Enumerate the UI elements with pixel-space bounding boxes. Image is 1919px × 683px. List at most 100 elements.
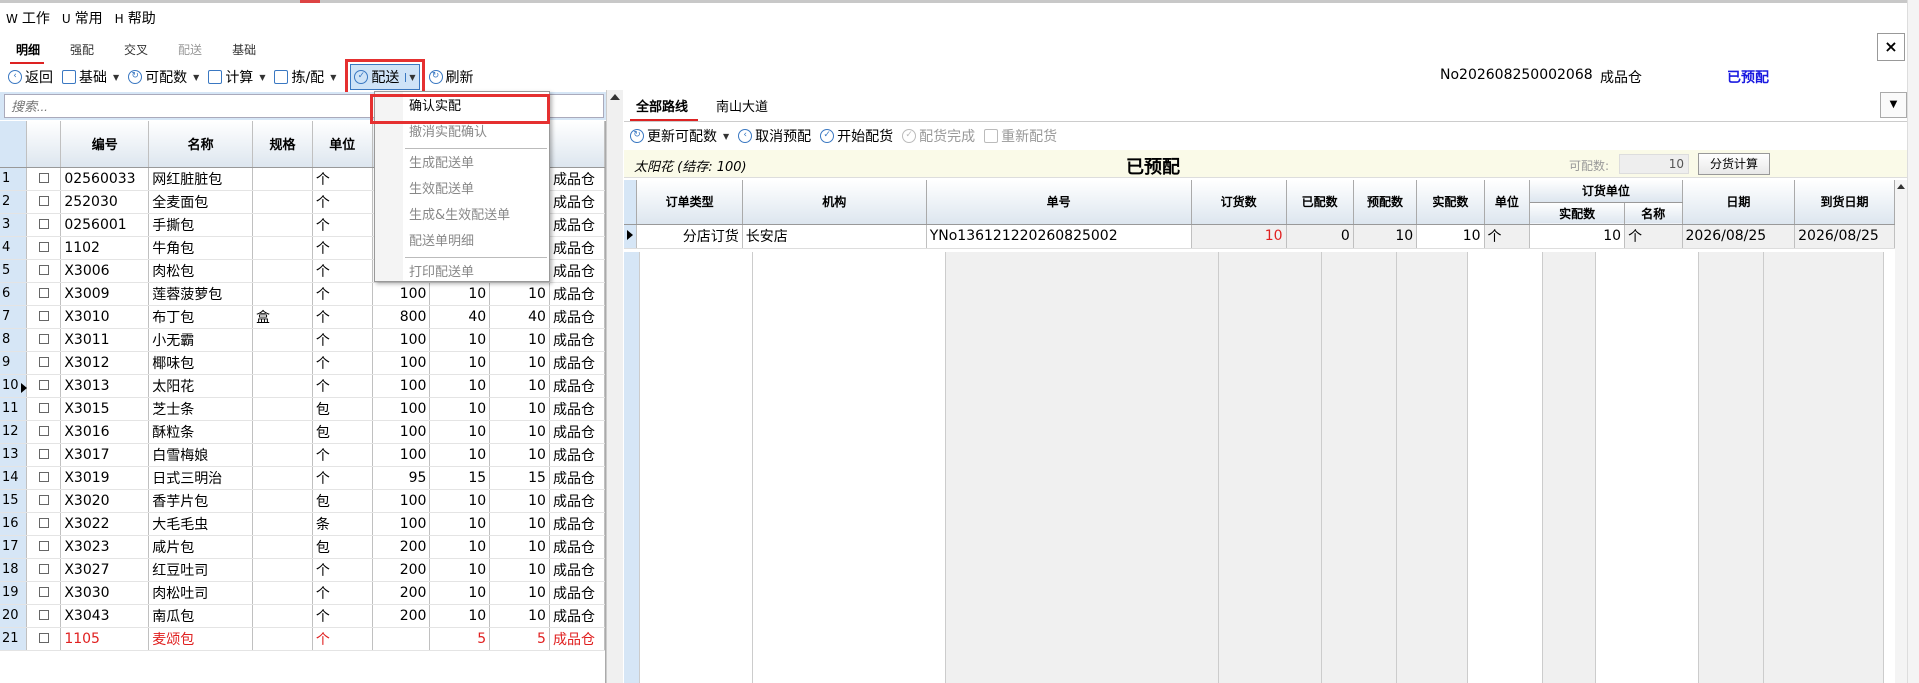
route-tab-1[interactable]: 南山大道 (704, 96, 784, 121)
checkbox[interactable] (38, 195, 49, 206)
table-row[interactable]: 8 X3011 小无霸个 100 10 10 成品仓 (0, 328, 605, 352)
row-checkbox[interactable] (26, 282, 62, 306)
checkbox[interactable] (38, 172, 49, 183)
real-qty-cell[interactable]: 10 (1416, 224, 1485, 249)
order-grid[interactable]: 订单类型 机构 单号 订货数 已配数 预配数 实配数 单位 订货单位 日期 到货… (624, 180, 1895, 683)
table-row[interactable]: 14 X3019 日式三明治个 95 15 15 成品仓 (0, 466, 605, 490)
cancel-preassign-button[interactable]: ‹ 取消预配 (738, 126, 811, 146)
start-picking-button[interactable]: ✓ 开始配货 (820, 126, 893, 146)
row-checkbox[interactable] (26, 397, 62, 421)
table-row[interactable]: 21 1105 麦颂包个 5 5 成品仓 (0, 627, 605, 651)
row-checkbox[interactable] (26, 627, 62, 651)
row-checkbox[interactable] (26, 443, 62, 467)
tab-2[interactable]: 交叉 (108, 41, 162, 64)
row-checkbox[interactable] (26, 420, 62, 444)
menu-item-0[interactable]: W 工作 (6, 8, 50, 28)
checkbox[interactable] (38, 494, 49, 505)
checkbox[interactable] (38, 563, 49, 574)
checkbox[interactable] (38, 241, 49, 252)
table-row[interactable]: 15 X3020 香芋片包包 100 10 10 成品仓 (0, 489, 605, 513)
menu-item-2[interactable]: H 帮助 (115, 8, 156, 28)
checkbox[interactable] (38, 586, 49, 597)
row-checkbox[interactable] (26, 213, 62, 237)
row-checkbox[interactable] (26, 604, 62, 628)
tab-1[interactable]: 强配 (54, 41, 108, 64)
update-avail-button[interactable]: ↻ 更新可配数 ▼ (630, 126, 729, 146)
basic-button[interactable]: 基础 ▼ (62, 67, 119, 87)
avail-button[interactable]: ↻ 可配数 ▼ (128, 67, 199, 87)
table-row[interactable]: 分店订货 长安店 YNo136121220260825002 10 0 10 1… (624, 224, 1895, 249)
row-checkbox[interactable] (26, 558, 62, 582)
checkbox[interactable] (38, 379, 49, 390)
row-checkbox[interactable] (26, 374, 62, 398)
row-checkbox[interactable] (26, 581, 62, 605)
table-row[interactable]: 12 X3016 酥粒条包 100 10 10 成品仓 (0, 420, 605, 444)
checkbox[interactable] (38, 540, 49, 551)
checkbox[interactable] (38, 609, 49, 620)
checkbox[interactable] (38, 287, 49, 298)
row-checkbox[interactable] (26, 535, 62, 559)
row-checkbox[interactable] (26, 489, 62, 513)
dropdown-item-8[interactable]: 打印配送单 (375, 260, 549, 286)
row-checkbox[interactable] (26, 167, 62, 191)
dropdown-item-5[interactable]: 生成&生效配送单 (375, 203, 549, 229)
checkbox[interactable] (38, 425, 49, 436)
table-row[interactable]: 17 X3023 咸片包包 200 10 10 成品仓 (0, 535, 605, 559)
tab-3[interactable]: 配送 (162, 41, 216, 64)
left-scrollbar[interactable] (606, 90, 623, 683)
checkbox[interactable] (38, 356, 49, 367)
qty-cell: 100 (372, 420, 431, 444)
row-checkbox[interactable] (26, 259, 62, 283)
avail-input[interactable]: 10 (1619, 154, 1689, 174)
tab-0[interactable]: 明细 (0, 41, 54, 64)
table-row[interactable]: 10 X3013 太阳花个 100 10 10 成品仓 (0, 374, 605, 398)
route-tabs-dropdown[interactable]: ▼ (1880, 92, 1907, 118)
row-checkbox[interactable] (26, 512, 62, 536)
checkbox[interactable] (38, 310, 49, 321)
row-checkbox[interactable] (26, 351, 62, 375)
row-checkbox[interactable] (26, 466, 62, 490)
dropdown-item-3[interactable]: 生成配送单 (375, 151, 549, 177)
tab-4[interactable]: 基础 (216, 41, 270, 64)
table-row[interactable]: 9 X3012 椰味包个 100 10 10 成品仓 (0, 351, 605, 375)
split-calc-button[interactable]: 分货计算 (1698, 153, 1770, 175)
table-row[interactable]: 16 X3022 大毛毛虫条 100 10 10 成品仓 (0, 512, 605, 536)
checkbox[interactable] (38, 333, 49, 344)
row-checkbox[interactable] (26, 305, 62, 329)
right-scrollbar[interactable] (1895, 180, 1907, 683)
calc-button[interactable]: 计算 ▼ (208, 67, 265, 87)
row-checkbox[interactable] (26, 190, 62, 214)
dropdown-item-6[interactable]: 配送单明细 (375, 229, 549, 255)
checkbox[interactable] (38, 517, 49, 528)
table-row[interactable]: 11 X3015 芝士条包 100 10 10 成品仓 (0, 397, 605, 421)
row-checkbox[interactable] (26, 236, 62, 260)
refresh-button[interactable]: ↻ 刷新 (428, 67, 474, 87)
back-button[interactable]: ‹ 返回 (8, 67, 53, 87)
spec-cell (252, 581, 313, 605)
menu-label: 常用 (74, 11, 103, 27)
table-row[interactable]: 13 X3017 白雪梅娘个 100 10 10 成品仓 (0, 443, 605, 467)
checkbox[interactable] (38, 471, 49, 482)
row-checkbox[interactable] (26, 328, 62, 352)
checkbox[interactable] (38, 218, 49, 229)
checkbox[interactable] (38, 264, 49, 275)
col-pre-qty: 预配数 (1353, 180, 1418, 225)
table-row[interactable]: 18 X3027 红豆吐司个 200 10 10 成品仓 (0, 558, 605, 582)
spec-cell (252, 466, 313, 490)
checkbox[interactable] (38, 632, 49, 643)
checkbox[interactable] (38, 448, 49, 459)
table-row[interactable]: 20 X3043 南瓜包个 200 10 10 成品仓 (0, 604, 605, 628)
order-unit-real-cell[interactable]: 10 (1529, 224, 1626, 249)
close-button[interactable]: × (1877, 33, 1905, 61)
pick-button[interactable]: 拣/配 ▼ (274, 67, 336, 87)
chevron-down-icon[interactable]: ▼ (405, 72, 416, 82)
picking-done-button[interactable]: ✓ 配货完成 (902, 126, 975, 146)
route-tab-0[interactable]: 全部路线 (624, 96, 704, 121)
menu-item-1[interactable]: U 常用 (62, 8, 103, 28)
deliver-button[interactable]: ✓ 配送 ▼ (350, 64, 420, 90)
table-row[interactable]: 19 X3030 肉松吐司个 200 10 10 成品仓 (0, 581, 605, 605)
dropdown-item-4[interactable]: 生效配送单 (375, 177, 549, 203)
checkbox[interactable] (38, 402, 49, 413)
repick-button[interactable]: 重新配货 (984, 126, 1057, 146)
table-row[interactable]: 7 X3010 布丁包盒个 800 40 40 成品仓 (0, 305, 605, 329)
